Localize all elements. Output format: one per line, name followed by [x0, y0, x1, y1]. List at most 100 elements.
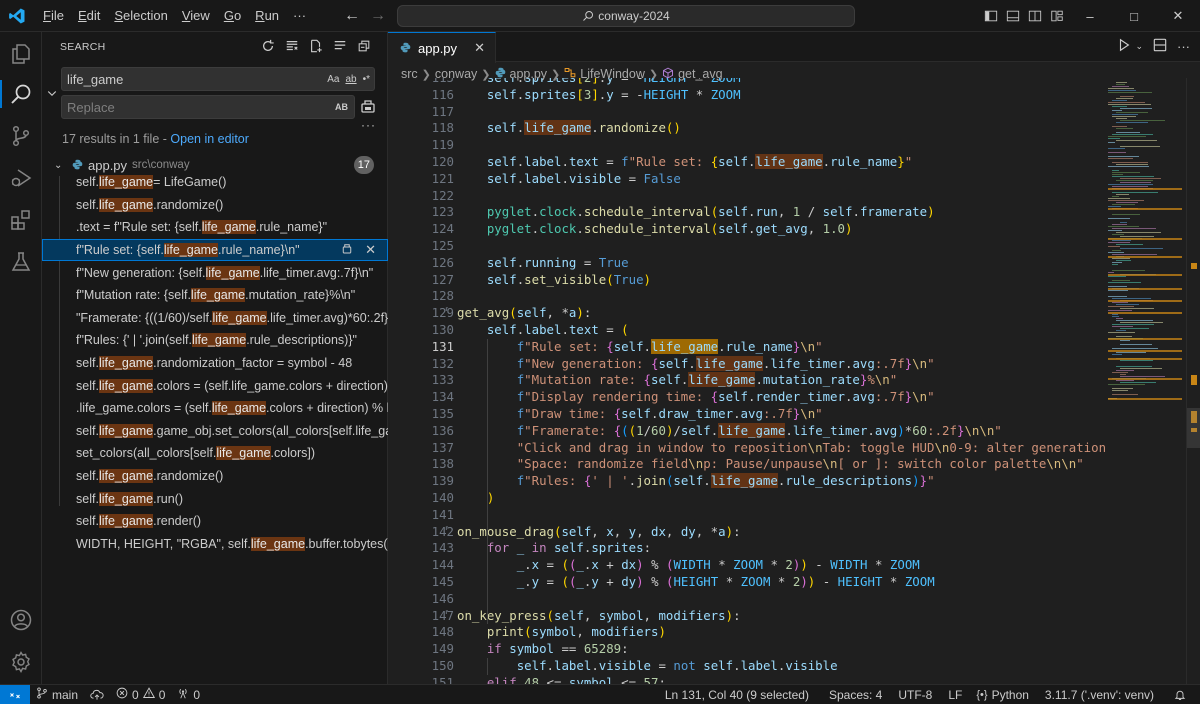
publish-branch-icon[interactable] [84, 689, 110, 701]
code-line[interactable]: self.label.text = f"Rule set: {self.life… [457, 154, 912, 169]
code-line[interactable]: f"Framerate: {((1/60)/self.life_game.lif… [457, 422, 1002, 438]
search-result-item[interactable]: f"Rule set: {self. life_game .rule_name}\n… [42, 238, 388, 262]
remote-indicator-icon[interactable] [0, 684, 30, 704]
toggle-panel-icon[interactable] [1002, 0, 1024, 32]
code-line[interactable]: on_key_press(self, symbol, modifiers): [457, 608, 741, 623]
search-result-item[interactable]: self. life_game .randomization_factor = sy… [42, 352, 388, 375]
code-line[interactable]: pyglet.clock.schedule_interval(self.run,… [457, 204, 935, 219]
minimize-button[interactable]: – [1068, 0, 1112, 32]
replace-placeholder[interactable]: Replace [67, 100, 335, 115]
search-result-item[interactable]: f"Rules: {' | '.join(self. life_game .rule… [42, 329, 388, 352]
code-line[interactable]: _.x = ((_.x + dx) % (WIDTH * ZOOM * 2)) … [457, 557, 920, 572]
scrollbar-thumb[interactable] [1187, 408, 1200, 448]
code-line[interactable]: ) [457, 490, 494, 505]
code-line[interactable]: self.set_visible(True) [457, 272, 651, 287]
menu-more[interactable]: ··· [286, 0, 313, 32]
preserve-case-toggle[interactable]: AB [335, 102, 354, 112]
code-line[interactable]: self.label.visible = not self.label.visi… [457, 658, 838, 673]
search-result-item[interactable]: self. life_game .game_obj.set_colors(all_c… [42, 420, 388, 443]
code-line[interactable]: f"Rules: {' | '.join(self.life_game.rule… [457, 473, 935, 489]
code-line[interactable]: _.y = ((_.y + dy) % (HEIGHT * ZOOM * 2))… [457, 574, 935, 589]
search-result-item[interactable]: WIDTH, HEIGHT, "RGBA", self. life_game .bu… [42, 533, 388, 556]
code-line[interactable]: if symbol == 65289: [457, 641, 629, 656]
accounts-icon[interactable] [0, 598, 42, 642]
search-icon[interactable] [0, 72, 42, 116]
code-line[interactable]: self.label.text = ( [457, 322, 629, 337]
search-result-item[interactable]: self. life_game = LifeGame() [42, 171, 388, 194]
search-result-item[interactable]: .life_game.colors = (self. life_game .colo… [42, 397, 388, 420]
collapse-all-icon[interactable] [355, 37, 373, 55]
menu-view[interactable]: View [175, 0, 217, 32]
search-result-item[interactable]: f"Mutation rate: {self. life_game .mutatio… [42, 284, 388, 307]
search-result-item[interactable]: self. life_game .colors = (self.life_game.… [42, 374, 388, 397]
clear-results-icon[interactable] [283, 37, 301, 55]
fold-marker-icon[interactable]: ⸢ [445, 526, 449, 537]
run-python-file-icon[interactable] [1117, 38, 1131, 55]
new-search-editor-icon[interactable] [307, 37, 325, 55]
explorer-icon[interactable] [0, 32, 42, 76]
code-line[interactable]: self.label.visible = False [457, 171, 681, 186]
code-line[interactable]: on_mouse_drag(self, x, y, dx, dy, *a): [457, 524, 741, 539]
replace-all-icon[interactable] [360, 98, 376, 114]
ports-status[interactable]: 0 [171, 687, 206, 702]
code-line[interactable]: self.sprites[2].y = -HEIGHT * ZOOM [457, 78, 741, 85]
code-line[interactable]: f"Mutation rate: {self.life_game.mutatio… [457, 372, 897, 388]
view-as-tree-icon[interactable] [331, 37, 349, 55]
search-result-item[interactable]: f"New generation: {self. life_game .life_t… [42, 261, 388, 284]
code-line[interactable]: f"Draw time: {self.draw_timer.avg:.7f}\n… [457, 406, 823, 421]
code-line[interactable]: elif 48 <= symbol <= 57: [457, 675, 666, 684]
code-line[interactable]: pyglet.clock.schedule_interval(self.get_… [457, 221, 853, 236]
code-line[interactable]: self.running = True [457, 255, 629, 270]
menu-edit[interactable]: Edit [71, 0, 107, 32]
code-line[interactable]: f"Rule set: {self.life_game.rule_name}\n… [457, 338, 823, 354]
notifications-bell-icon[interactable] [1168, 689, 1192, 701]
eol-status[interactable]: LF [942, 688, 970, 702]
menu-file[interactable]: File [36, 0, 71, 32]
search-result-item[interactable]: self. life_game .render() [42, 510, 388, 533]
menu-run[interactable]: Run [248, 0, 286, 32]
code-editor[interactable]: 115 self.sprites[2].y = -HEIGHT * ZOOM11… [388, 78, 1108, 684]
chevron-down-icon[interactable]: ⌄ [54, 160, 66, 171]
maximize-button[interactable]: □ [1112, 0, 1156, 32]
match-whole-word-toggle[interactable]: ab [345, 74, 356, 85]
run-dropdown-chevron-icon[interactable]: ⌄ [1135, 41, 1143, 52]
more-search-options-icon[interactable]: ··· [361, 118, 376, 132]
python-interpreter[interactable]: 3.11.7 ('.venv': venv) [1039, 688, 1168, 702]
back-arrow-icon[interactable]: ← [344, 7, 360, 25]
code-line[interactable]: f"Display rendering time: {self.render_t… [457, 389, 935, 404]
minimap[interactable] [1108, 78, 1186, 684]
split-editor-icon[interactable] [1153, 38, 1167, 55]
fold-marker-icon[interactable]: ⸢ [445, 307, 449, 318]
search-result-item[interactable]: self. life_game .run() [42, 487, 388, 510]
refresh-icon[interactable] [259, 37, 277, 55]
code-line[interactable]: self.sprites[3].y = -HEIGHT * ZOOM [457, 87, 741, 102]
menu-selection[interactable]: Selection [107, 0, 174, 32]
search-input-value[interactable]: life_game [67, 72, 327, 87]
code-line[interactable]: "Click and drag in window to reposition\… [457, 440, 1108, 455]
indentation-status[interactable]: Spaces: 4 [823, 688, 892, 702]
command-center-search[interactable]: conway-2024 [397, 5, 855, 27]
language-mode[interactable]: {•} Python [970, 688, 1039, 702]
forward-arrow-icon[interactable]: → [370, 7, 386, 25]
run-and-debug-icon[interactable] [0, 156, 42, 200]
close-tab-icon[interactable]: ✕ [474, 40, 485, 56]
source-control-icon[interactable] [0, 114, 42, 158]
search-input[interactable]: life_game Aa ab •* [61, 67, 375, 91]
tab-app-py[interactable]: app.py ✕ [388, 32, 496, 63]
use-regex-toggle[interactable]: •* [363, 74, 370, 85]
customize-layout-icon[interactable] [1046, 0, 1068, 32]
code-line[interactable]: get_avg(self, *a): [457, 305, 591, 320]
search-result-item[interactable]: "Framerate: {((1/60)/self. life_game .life… [42, 307, 388, 330]
open-in-editor-link[interactable]: Open in editor [170, 132, 249, 146]
extensions-icon[interactable] [0, 198, 42, 242]
vertical-scrollbar[interactable] [1186, 78, 1200, 684]
toggle-secondary-sidebar-icon[interactable] [1024, 0, 1046, 32]
problems-status[interactable]: 0 0 [110, 687, 171, 702]
toggle-replace-chevron-icon[interactable] [45, 86, 59, 100]
toggle-primary-sidebar-icon[interactable] [980, 0, 1002, 32]
search-result-item[interactable]: self. life_game .randomize() [42, 194, 388, 217]
code-line[interactable]: self.life_game.randomize() [457, 120, 681, 136]
search-result-item[interactable]: .text = f"Rule set: {self. life_game .rule… [42, 216, 388, 239]
fold-marker-icon[interactable]: ⸢ [445, 610, 449, 621]
search-result-item[interactable]: self. life_game .randomize() [42, 465, 388, 488]
